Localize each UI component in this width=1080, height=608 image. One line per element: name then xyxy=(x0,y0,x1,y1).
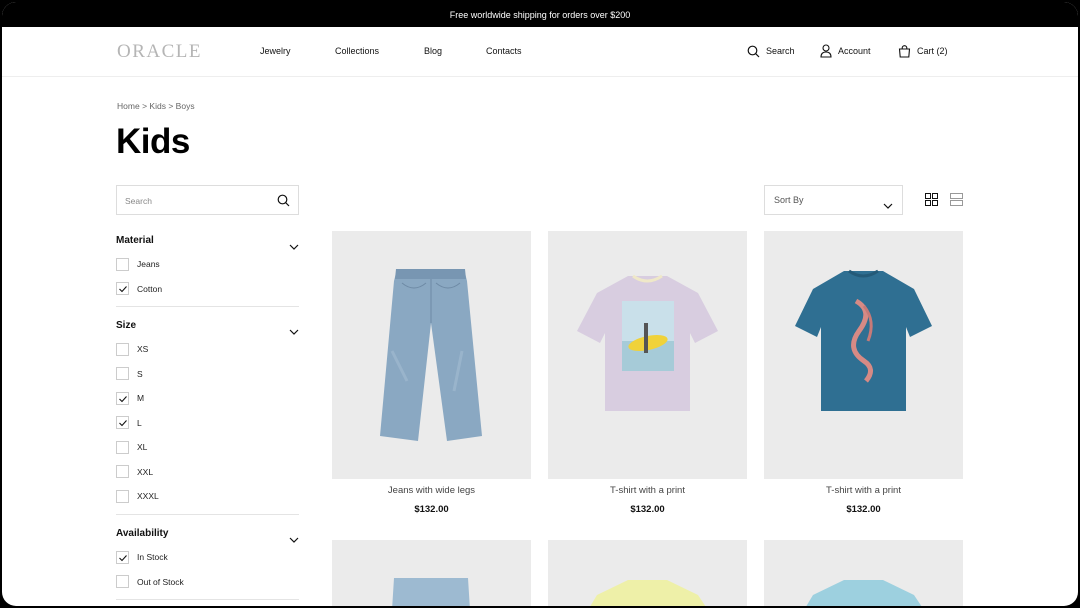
product-price: $132.00 xyxy=(846,504,881,515)
option-label: XXXL xyxy=(137,491,159,502)
checkbox[interactable] xyxy=(116,257,129,271)
filter-size-toggle[interactable]: Size xyxy=(116,317,299,337)
filter-availability-toggle[interactable]: Availability xyxy=(116,525,299,545)
product-image-jeans[interactable] xyxy=(332,231,531,479)
nav-jewelry[interactable]: Jewelry xyxy=(260,46,291,56)
checkbox[interactable] xyxy=(116,342,129,356)
filter-option-s[interactable]: S xyxy=(116,362,299,387)
filter-availability: Availability In Stock Out of Stock xyxy=(116,525,299,594)
product-image-partial-jeans[interactable] xyxy=(332,540,531,606)
product-price: $132.00 xyxy=(414,504,449,515)
option-label: Jeans xyxy=(137,259,160,270)
filter-option-xl[interactable]: XL xyxy=(116,435,299,460)
list-view-icon[interactable] xyxy=(950,193,963,211)
filter-title: Size xyxy=(116,320,137,331)
breadcrumb: Home > Kids > Boys xyxy=(117,101,195,111)
filter-option-xxxl[interactable]: XXXL xyxy=(116,484,299,509)
filter-option-xxl[interactable]: XXL xyxy=(116,460,299,485)
product-image-partial-yellow-tshirt[interactable] xyxy=(548,540,747,606)
product-card[interactable]: Jeans with wide legs $132.00 xyxy=(332,231,531,515)
product-price: $132.00 xyxy=(630,504,665,515)
page-title: Kids xyxy=(116,122,190,161)
page-frame: Free worldwide shipping for orders over … xyxy=(2,2,1078,606)
checkbox[interactable] xyxy=(116,440,129,454)
breadcrumb-kids[interactable]: Kids xyxy=(149,101,166,111)
filter-option-jeans[interactable]: Jeans xyxy=(116,252,299,277)
filter-option-in-stock[interactable]: In Stock xyxy=(116,545,299,570)
product-image-blue-tshirt[interactable] xyxy=(764,231,963,479)
nav-blog[interactable]: Blog xyxy=(424,46,442,56)
checkbox[interactable] xyxy=(116,489,129,503)
filter-title: Availability xyxy=(116,528,169,539)
breadcrumb-separator: > xyxy=(142,101,148,111)
checkbox[interactable] xyxy=(116,367,129,381)
filter-option-m[interactable]: M xyxy=(116,386,299,411)
nav-collections[interactable]: Collections xyxy=(335,46,379,56)
option-label: L xyxy=(137,417,142,428)
option-label: XS xyxy=(137,344,149,355)
filter-size: Size XS S M L XL XXL XXXL xyxy=(116,317,299,509)
product-image-lavender-tshirt[interactable] xyxy=(548,231,747,479)
option-label: Out of Stock xyxy=(137,576,184,587)
option-label: XXL xyxy=(137,466,154,477)
filter-option-l[interactable]: L xyxy=(116,411,299,436)
checkbox-checked[interactable] xyxy=(116,391,129,405)
grid-view-icon[interactable] xyxy=(925,193,938,211)
checkmark-icon xyxy=(119,420,127,427)
user-icon xyxy=(820,44,832,58)
sort-by-label: Sort By xyxy=(774,195,804,205)
checkbox-checked[interactable] xyxy=(116,282,129,296)
logo[interactable]: ORACLE xyxy=(117,41,202,63)
divider xyxy=(116,306,299,307)
search-icon xyxy=(747,45,760,58)
promo-text: Free worldwide shipping for orders over … xyxy=(449,9,631,20)
filter-option-xs[interactable]: XS xyxy=(116,337,299,362)
checkmark-icon xyxy=(119,554,127,562)
divider xyxy=(116,514,299,515)
checkmark-icon xyxy=(119,286,127,293)
breadcrumb-home[interactable]: Home xyxy=(117,101,140,111)
site-header: ORACLE Jewelry Collections Blog Contacts… xyxy=(2,27,1078,77)
header-account-button[interactable]: Account xyxy=(820,43,871,59)
filter-title: Material xyxy=(116,235,154,246)
checkbox[interactable] xyxy=(116,575,129,589)
option-label: M xyxy=(137,393,145,404)
header-cart-button[interactable]: Cart (2) xyxy=(898,43,948,59)
product-card[interactable]: T-shirt with a print $132.00 xyxy=(764,231,963,515)
cart-label: Cart (2) xyxy=(917,46,948,56)
filter-option-cotton[interactable]: Cotton xyxy=(116,277,299,302)
filter-material: Material Jeans Cotton xyxy=(116,232,299,301)
breadcrumb-separator: > xyxy=(168,101,174,111)
checkmark-icon xyxy=(119,395,127,403)
bag-icon xyxy=(898,44,911,58)
option-label: XL xyxy=(137,442,148,453)
search-icon[interactable] xyxy=(277,194,290,212)
nav-contacts[interactable]: Contacts xyxy=(486,46,522,56)
option-label: S xyxy=(137,368,143,379)
account-label: Account xyxy=(838,46,871,56)
checkbox-checked[interactable] xyxy=(116,416,129,430)
product-name[interactable]: Jeans with wide legs xyxy=(332,485,531,496)
filter-option-out-of-stock[interactable]: Out of Stock xyxy=(116,570,299,595)
product-name[interactable]: T-shirt with a print xyxy=(764,485,963,496)
product-image-partial-light-blue-tshirt[interactable] xyxy=(764,540,963,606)
checkbox[interactable] xyxy=(116,465,129,479)
header-search-button[interactable]: Search xyxy=(747,43,795,59)
chevron-down-icon xyxy=(883,196,893,214)
breadcrumb-boys[interactable]: Boys xyxy=(176,101,195,111)
promo-bar: Free worldwide shipping for orders over … xyxy=(2,2,1078,27)
sort-by-select[interactable]: Sort By xyxy=(764,185,903,215)
option-label: Cotton xyxy=(137,283,163,294)
checkbox-checked[interactable] xyxy=(116,550,129,564)
sidebar-search-input[interactable] xyxy=(125,192,265,210)
option-label: In Stock xyxy=(137,552,168,563)
divider xyxy=(116,599,299,600)
sidebar-search xyxy=(116,185,299,215)
product-name[interactable]: T-shirt with a print xyxy=(548,485,747,496)
search-label: Search xyxy=(766,46,795,56)
filter-material-toggle[interactable]: Material xyxy=(116,232,299,252)
product-card[interactable]: T-shirt with a print $132.00 xyxy=(548,231,747,515)
